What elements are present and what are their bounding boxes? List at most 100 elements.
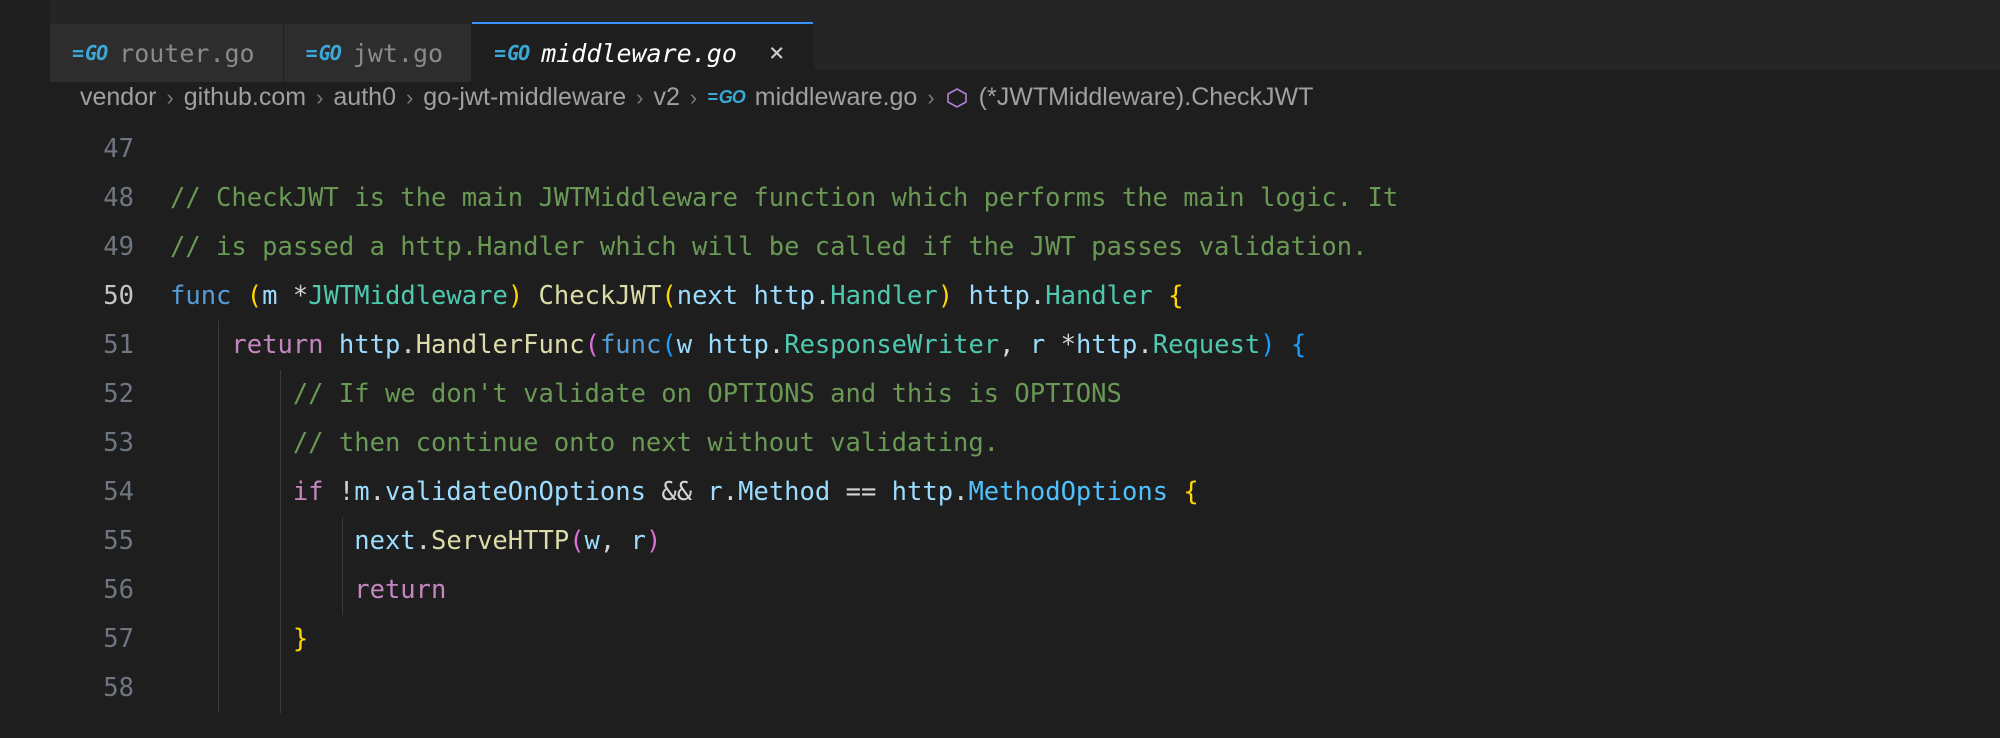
- code-line[interactable]: }: [170, 615, 2000, 664]
- token: http: [968, 281, 1029, 311]
- token: m: [354, 477, 369, 507]
- indent-guide: [218, 370, 219, 419]
- symbol-method-icon: [945, 86, 969, 110]
- indent-guide: [218, 468, 219, 517]
- token: [1168, 477, 1183, 507]
- token: r: [707, 477, 722, 507]
- token: return: [354, 575, 446, 605]
- token: return: [231, 330, 323, 360]
- indent-guide: [342, 566, 343, 615]
- line-number[interactable]: 47: [50, 125, 134, 174]
- token: .: [723, 477, 738, 507]
- breadcrumb-segment[interactable]: v2: [653, 83, 679, 112]
- go-file-icon: GO: [494, 41, 529, 65]
- go-file-icon: GO: [306, 41, 341, 65]
- code-line[interactable]: func (m *JWTMiddleware) CheckJWT(next ht…: [170, 272, 2000, 321]
- tab-middleware-go[interactable]: GOmiddleware.go×: [472, 24, 813, 82]
- chevron-right-icon: ›: [927, 85, 934, 111]
- token: if: [293, 477, 324, 507]
- line-number[interactable]: 53: [50, 419, 134, 468]
- token: &&: [646, 477, 707, 507]
- token: next: [677, 281, 738, 311]
- indent-guide: [218, 321, 219, 370]
- line-number[interactable]: 48: [50, 174, 134, 223]
- code-line[interactable]: [170, 125, 2000, 174]
- code-line[interactable]: return http.HandlerFunc(func(w http.Resp…: [170, 321, 2000, 370]
- indent-guide: [280, 566, 281, 615]
- token: *: [278, 281, 309, 311]
- breadcrumb-segment[interactable]: github.com: [184, 83, 306, 112]
- line-number[interactable]: 49: [50, 223, 134, 272]
- close-icon[interactable]: ×: [769, 40, 785, 66]
- breadcrumb-segment[interactable]: (*JWTMiddleware).CheckJWT: [979, 83, 1314, 112]
- token: validateOnOptions: [385, 477, 646, 507]
- token: ==: [830, 477, 891, 507]
- indent-guide: [218, 615, 219, 664]
- token: [231, 281, 246, 311]
- code-line[interactable]: // then continue onto next without valid…: [170, 419, 2000, 468]
- tab-label: router.go: [119, 39, 254, 68]
- indent-guide: [280, 468, 281, 517]
- tab-jwt-go[interactable]: GO jwt.go: [284, 24, 472, 82]
- code-line[interactable]: // is passed a http.Handler which will b…: [170, 223, 2000, 272]
- line-number[interactable]: 56: [50, 566, 134, 615]
- code-line[interactable]: return: [170, 566, 2000, 615]
- token: !: [324, 477, 355, 507]
- token: ): [938, 281, 953, 311]
- breadcrumb-segment[interactable]: auth0: [333, 83, 396, 112]
- token: .: [815, 281, 830, 311]
- tab-bar: GOrouter.goGOjwt.goGOmiddleware.go×: [50, 0, 2000, 70]
- token: w: [677, 330, 692, 360]
- token: ,: [600, 526, 631, 556]
- token: http: [339, 330, 400, 360]
- token: (: [661, 330, 676, 360]
- token: http: [1076, 330, 1137, 360]
- token: // If we don't validate on OPTIONS and t…: [293, 379, 1122, 409]
- line-number[interactable]: 50: [50, 272, 134, 321]
- indent-guide: [280, 517, 281, 566]
- token: [523, 281, 538, 311]
- token: [953, 281, 968, 311]
- token: http: [707, 330, 768, 360]
- code-line[interactable]: [170, 664, 2000, 713]
- token: {: [1168, 281, 1183, 311]
- indent-guide: [280, 615, 281, 664]
- tab-label: jwt.go: [353, 39, 443, 68]
- code-line[interactable]: if !m.validateOnOptions && r.Method == h…: [170, 468, 2000, 517]
- code-line[interactable]: // CheckJWT is the main JWTMiddleware fu…: [170, 174, 2000, 223]
- token: }: [293, 624, 308, 654]
- token: http: [892, 477, 953, 507]
- token: m: [262, 281, 277, 311]
- token: ServeHTTP: [431, 526, 569, 556]
- line-number[interactable]: 52: [50, 370, 134, 419]
- line-number[interactable]: 51: [50, 321, 134, 370]
- tab-router-go[interactable]: GOrouter.go: [50, 24, 284, 82]
- token: (: [569, 526, 584, 556]
- token: func: [600, 330, 661, 360]
- breadcrumb-segment[interactable]: vendor: [80, 83, 156, 112]
- breadcrumb-segment[interactable]: middleware.go: [755, 83, 918, 112]
- line-number-gutter: 474849505152535455565758: [50, 125, 170, 713]
- indent-guide: [280, 664, 281, 713]
- editor-root: GOrouter.goGOjwt.goGOmiddleware.go× vend…: [50, 0, 2000, 738]
- token: w: [585, 526, 600, 556]
- code-line[interactable]: next.ServeHTTP(w, r): [170, 517, 2000, 566]
- token: [738, 281, 753, 311]
- token: [1276, 330, 1291, 360]
- indent-guide: [342, 517, 343, 566]
- code-line[interactable]: // If we don't validate on OPTIONS and t…: [170, 370, 2000, 419]
- token: .: [1030, 281, 1045, 311]
- line-number[interactable]: 54: [50, 468, 134, 517]
- breadcrumb-segment[interactable]: go-jwt-middleware: [423, 83, 626, 112]
- line-number[interactable]: 58: [50, 664, 134, 713]
- token: .: [953, 477, 968, 507]
- line-number[interactable]: 57: [50, 615, 134, 664]
- token: .: [769, 330, 784, 360]
- chevron-right-icon: ›: [636, 85, 643, 111]
- token: Request: [1153, 330, 1260, 360]
- token: {: [1291, 330, 1306, 360]
- chevron-right-icon: ›: [166, 85, 173, 111]
- code-content[interactable]: // CheckJWT is the main JWTMiddleware fu…: [170, 125, 2000, 713]
- line-number[interactable]: 55: [50, 517, 134, 566]
- token: (: [661, 281, 676, 311]
